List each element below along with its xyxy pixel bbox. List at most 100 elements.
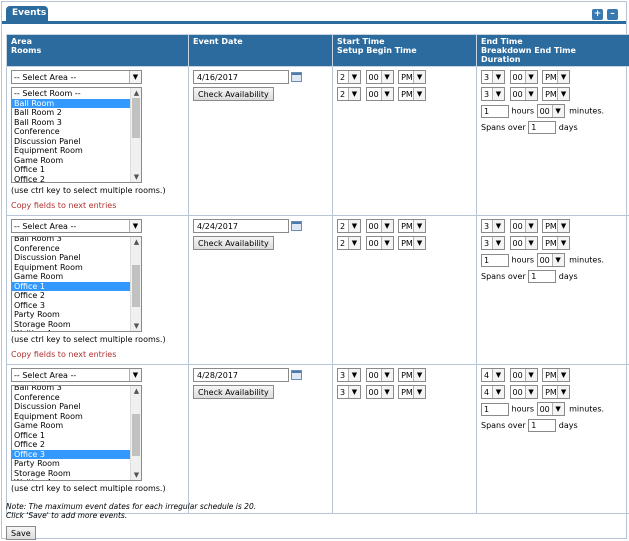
start-time-minute-select[interactable]: 00 ▼	[365, 219, 394, 233]
room-option[interactable]: Equipment Room	[12, 146, 132, 156]
scroll-down-icon[interactable]: ▼	[131, 172, 141, 182]
tab-events[interactable]: Events	[6, 6, 48, 22]
room-option[interactable]: Office 3	[12, 449, 132, 459]
rooms-listbox[interactable]: Ball Room 3 Conference Discussion Panel …	[11, 385, 142, 481]
setup-begin-time-ampm-select[interactable]: PM ▼	[398, 236, 427, 250]
start-time-minute-select[interactable]: 00 ▼	[365, 368, 394, 382]
room-option[interactable]: Game Room	[12, 421, 132, 431]
room-option[interactable]: Equipment Room	[12, 263, 132, 273]
breakdown-end-time-ampm-select[interactable]: PM ▼	[542, 236, 571, 250]
breakdown-end-time-minute-select[interactable]: 00 ▼	[509, 385, 538, 399]
copy-fields-link[interactable]: Copy fields to next entries	[11, 201, 184, 210]
end-time-minute-select[interactable]: 00 ▼	[509, 219, 538, 233]
scroll-thumb[interactable]	[132, 414, 140, 456]
room-option[interactable]: Game Room	[12, 272, 132, 282]
room-option[interactable]: Game Room	[12, 156, 132, 166]
calendar-icon[interactable]	[291, 221, 302, 231]
end-time-hour-select[interactable]: 3 ▼	[481, 70, 505, 84]
rooms-scrollbar[interactable]: ▲ ▼	[130, 386, 141, 480]
scroll-down-icon[interactable]: ▼	[131, 470, 141, 480]
setup-begin-time-hour-select[interactable]: 2 ▼	[337, 87, 361, 101]
breakdown-end-time-ampm-select[interactable]: PM ▼	[542, 385, 571, 399]
area-select[interactable]: -- Select Area -- ▼	[11, 368, 142, 382]
room-option[interactable]: Party Room	[12, 310, 132, 320]
rooms-scrollbar[interactable]: ▲ ▼	[130, 237, 141, 331]
room-option[interactable]: Office 1	[12, 431, 132, 441]
event-date-input[interactable]: 4/16/2017	[193, 70, 289, 84]
duration-hours-input[interactable]: 1	[481, 104, 509, 118]
setup-begin-time-hour-select[interactable]: 3 ▼	[337, 385, 361, 399]
room-option[interactable]: Office 2	[12, 175, 132, 183]
room-option[interactable]: Party Room	[12, 459, 132, 469]
room-option[interactable]: Ball Room 2	[12, 108, 132, 118]
room-option[interactable]: Office 2	[12, 291, 132, 301]
calendar-icon[interactable]	[291, 370, 302, 380]
breakdown-end-time-hour-select[interactable]: 4 ▼	[481, 385, 505, 399]
event-date-input[interactable]: 4/28/2017	[193, 368, 289, 382]
breakdown-end-time-hour-select[interactable]: 3 ▼	[481, 236, 505, 250]
event-date-input[interactable]: 4/24/2017	[193, 219, 289, 233]
start-time-ampm-select[interactable]: PM ▼	[398, 70, 427, 84]
end-time-ampm-select[interactable]: PM ▼	[542, 70, 571, 84]
breakdown-end-time-hour-select[interactable]: 3 ▼	[481, 87, 505, 101]
room-option[interactable]: Discussion Panel	[12, 402, 132, 412]
room-option[interactable]: Discussion Panel	[12, 253, 132, 263]
room-option[interactable]: Office 3	[12, 301, 132, 311]
room-option[interactable]: Office 2	[12, 440, 132, 450]
scroll-up-icon[interactable]: ▲	[131, 237, 141, 247]
save-button[interactable]: Save	[6, 526, 36, 540]
check-availability-button[interactable]: Check Availability	[193, 236, 274, 250]
room-option[interactable]: Conference	[12, 127, 132, 137]
setup-begin-time-hour-select[interactable]: 2 ▼	[337, 236, 361, 250]
room-option[interactable]: Discussion Panel	[12, 137, 132, 147]
setup-begin-time-minute-select[interactable]: 00 ▼	[365, 385, 394, 399]
start-time-hour-select[interactable]: 3 ▼	[337, 368, 361, 382]
room-option[interactable]: Storage Room	[12, 469, 132, 479]
scroll-thumb[interactable]	[132, 98, 140, 138]
room-option[interactable]: Ball Room 3	[12, 118, 132, 128]
scroll-up-icon[interactable]: ▲	[131, 88, 141, 98]
room-option[interactable]: Ball Room	[12, 98, 132, 108]
add-event-button[interactable]: +	[592, 9, 603, 20]
room-option[interactable]: Ball Room 3	[12, 237, 132, 244]
copy-fields-link[interactable]: Copy fields to next entries	[11, 350, 184, 359]
check-availability-button[interactable]: Check Availability	[193, 87, 274, 101]
room-option[interactable]: Equipment Room	[12, 412, 132, 422]
rooms-scrollbar[interactable]: ▲ ▼	[130, 88, 141, 182]
room-option[interactable]: Waiting Area	[12, 329, 132, 331]
duration-hours-input[interactable]: 1	[481, 402, 509, 416]
rooms-listbox[interactable]: -- Select Room -- Ball Room Ball Room 2 …	[11, 87, 142, 183]
scroll-down-icon[interactable]: ▼	[131, 321, 141, 331]
breakdown-end-time-ampm-select[interactable]: PM ▼	[542, 87, 571, 101]
setup-begin-time-minute-select[interactable]: 00 ▼	[365, 236, 394, 250]
setup-begin-time-minute-select[interactable]: 00 ▼	[365, 87, 394, 101]
start-time-hour-select[interactable]: 2 ▼	[337, 219, 361, 233]
start-time-hour-select[interactable]: 2 ▼	[337, 70, 361, 84]
end-time-minute-select[interactable]: 00 ▼	[509, 368, 538, 382]
setup-begin-time-ampm-select[interactable]: PM ▼	[398, 87, 427, 101]
calendar-icon[interactable]	[291, 72, 302, 82]
area-select[interactable]: -- Select Area -- ▼	[11, 70, 142, 84]
room-option[interactable]: Storage Room	[12, 320, 132, 330]
minimize-button[interactable]: –	[607, 9, 618, 20]
start-time-ampm-select[interactable]: PM ▼	[398, 368, 427, 382]
end-time-hour-select[interactable]: 3 ▼	[481, 219, 505, 233]
setup-begin-time-ampm-select[interactable]: PM ▼	[398, 385, 427, 399]
scroll-thumb[interactable]	[132, 265, 140, 307]
duration-minutes-select[interactable]: 00 ▼	[536, 402, 565, 416]
end-time-hour-select[interactable]: 4 ▼	[481, 368, 505, 382]
spans-days-input[interactable]: 1	[528, 270, 557, 283]
scroll-up-icon[interactable]: ▲	[131, 386, 141, 396]
room-option[interactable]: Waiting Area	[12, 478, 132, 480]
end-time-ampm-select[interactable]: PM ▼	[542, 368, 571, 382]
spans-days-input[interactable]: 1	[528, 419, 557, 432]
room-option[interactable]: Conference	[12, 244, 132, 254]
end-time-ampm-select[interactable]: PM ▼	[542, 219, 571, 233]
breakdown-end-time-minute-select[interactable]: 00 ▼	[509, 87, 538, 101]
duration-minutes-select[interactable]: 00 ▼	[536, 253, 565, 267]
room-option[interactable]: Office 1	[12, 281, 132, 291]
start-time-minute-select[interactable]: 00 ▼	[365, 70, 394, 84]
breakdown-end-time-minute-select[interactable]: 00 ▼	[509, 236, 538, 250]
end-time-minute-select[interactable]: 00 ▼	[509, 70, 538, 84]
duration-minutes-select[interactable]: 00 ▼	[536, 104, 565, 118]
